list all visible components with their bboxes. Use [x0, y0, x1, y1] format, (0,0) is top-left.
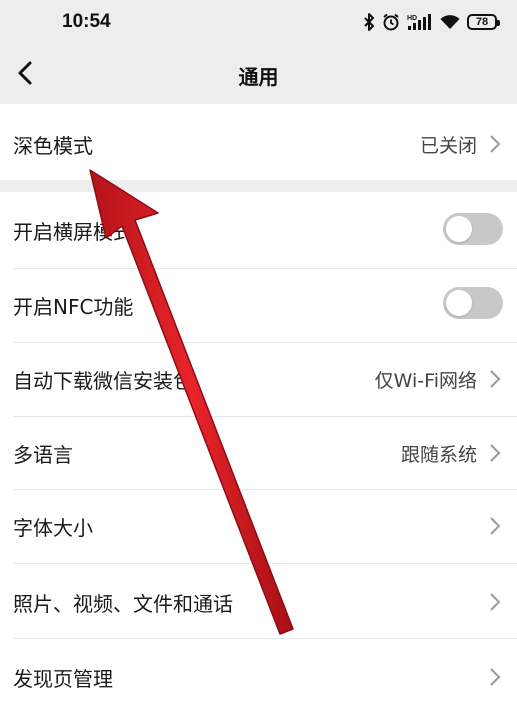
row-value: 已关闭 [419, 135, 477, 157]
status-time: 10:54 [62, 11, 111, 32]
chevron-right-icon [490, 370, 501, 388]
status-bar: 10:54 HD 78 [0, 0, 517, 44]
alarm-icon [383, 13, 399, 31]
nav-bar: 通用 [0, 44, 517, 104]
settings-row-dark-mode[interactable]: 深色模式 已关闭 [0, 104, 517, 180]
chevron-right-icon [490, 444, 501, 462]
chevron-right-icon [490, 135, 501, 153]
row-label: 发现页管理 [13, 667, 113, 691]
chevron-right-icon [490, 593, 501, 611]
hd-signal-icon: HD [407, 14, 431, 30]
toggle-knob [446, 216, 472, 242]
settings-row-nfc[interactable]: 开启NFC功能 [0, 269, 517, 342]
row-value: 跟随系统 [400, 444, 477, 466]
chevron-right-icon [490, 517, 501, 535]
chevron-right-icon [490, 668, 501, 686]
status-icons: HD 78 [363, 11, 500, 33]
row-label: 自动下载微信安装包 [13, 369, 193, 393]
row-label: 开启横屏模式 [13, 220, 133, 244]
row-label: 多语言 [13, 443, 73, 467]
row-label: 开启NFC功能 [13, 295, 134, 319]
section-divider [0, 180, 517, 192]
bluetooth-icon [364, 13, 374, 31]
settings-row-discover[interactable]: 发现页管理 [0, 639, 517, 717]
page-title: 通用 [238, 65, 279, 89]
svg-text:HD: HD [407, 15, 417, 22]
settings-row-font-size[interactable]: 字体大小 [0, 490, 517, 563]
toggle-knob [446, 290, 472, 316]
settings-row-auto-download[interactable]: 自动下载微信安装包 仅Wi-Fi网络 [0, 343, 517, 416]
settings-row-language[interactable]: 多语言 跟随系统 [0, 417, 517, 489]
row-value: 仅Wi-Fi网络 [374, 370, 477, 392]
row-label: 深色模式 [13, 134, 93, 158]
settings-row-media[interactable]: 照片、视频、文件和通话 [0, 564, 517, 638]
settings-row-landscape[interactable]: 开启横屏模式 [0, 192, 517, 268]
battery-icon: 78 [467, 14, 500, 30]
landscape-toggle[interactable] [443, 213, 503, 245]
row-label: 字体大小 [13, 516, 93, 540]
wifi-icon [440, 15, 460, 29]
row-label: 照片、视频、文件和通话 [13, 592, 233, 616]
nfc-toggle[interactable] [443, 287, 503, 319]
